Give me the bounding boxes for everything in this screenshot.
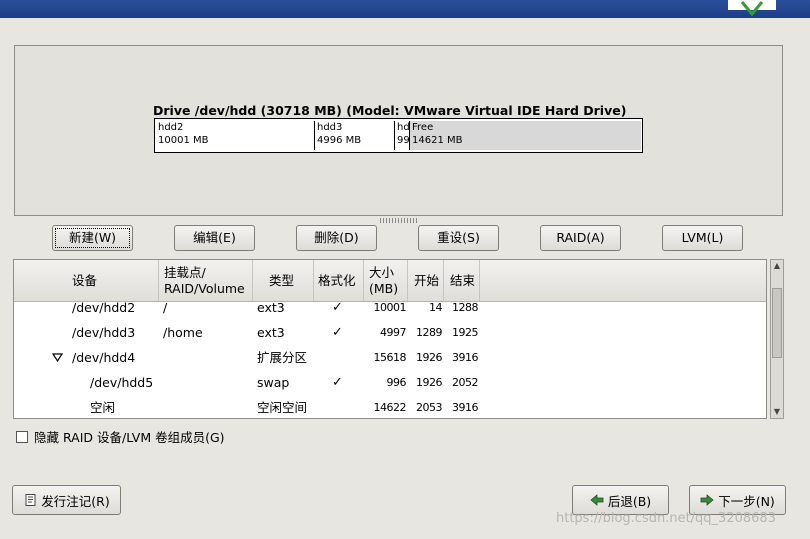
partition-segment-hdd3[interactable]: hdd3 4996 MB: [315, 121, 395, 150]
logo-icon: [728, 0, 776, 17]
back-arrow-icon: [590, 494, 604, 506]
notes-icon: [25, 494, 36, 506]
reset-button[interactable]: 重设(S): [418, 225, 499, 251]
next-arrow-icon: [700, 494, 714, 506]
table-row[interactable]: /dev/hdd5 swap ✓ 996 1926 2052: [14, 370, 766, 395]
release-notes-button[interactable]: 发行注记(R): [12, 485, 121, 515]
partition-segment-hdd4[interactable]: hd 99: [395, 121, 410, 150]
raid-button[interactable]: RAID(A): [540, 225, 621, 251]
table-row[interactable]: 空闲 空闲空间 14622 2053 3916: [14, 395, 766, 418]
drive-title: Drive /dev/hdd (30718 MB) (Model: VMware…: [153, 103, 627, 118]
table-row[interactable]: /dev/hdd4 扩展分区 15618 1926 3916: [14, 345, 766, 370]
hide-raid-option[interactable]: 隐藏 RAID 设备/LVM 卷组成员(G): [16, 427, 225, 446]
hide-raid-checkbox[interactable]: [16, 430, 28, 443]
scroll-down-icon[interactable]: ▼: [771, 406, 783, 418]
scroll-thumb[interactable]: [772, 288, 782, 358]
format-check-icon: ✓: [332, 325, 343, 340]
table-row[interactable]: /dev/hdd3 /home ext3 ✓ 4997 1289 1925: [14, 320, 766, 345]
top-banner: [0, 0, 810, 18]
table-scrollbar[interactable]: ▲ ▼: [770, 259, 784, 419]
delete-button[interactable]: 删除(D): [296, 225, 377, 251]
hide-raid-label: 隐藏 RAID 设备/LVM 卷组成员(G): [34, 430, 225, 445]
table-row[interactable]: /dev/hdd2 / ext3 ✓ 10001 14 1288: [14, 295, 766, 320]
new-button[interactable]: 新建(W): [52, 225, 133, 251]
drive-partition-bar: hdd2 10001 MB hdd3 4996 MB hd 99 Free 14…: [154, 118, 643, 153]
partition-segment-free[interactable]: Free 14621 MB: [410, 121, 641, 150]
partition-table: 设备 挂载点/ RAID/Volume 类型 格式化 大小 (MB) 开始 结束: [13, 259, 767, 419]
partition-segment-hdd2[interactable]: hdd2 10001 MB: [156, 121, 315, 150]
expander-arrow-icon[interactable]: [52, 353, 63, 362]
format-check-icon: ✓: [332, 375, 343, 390]
format-check-icon: ✓: [332, 300, 343, 315]
scroll-up-icon[interactable]: ▲: [771, 260, 783, 272]
watermark: https://blog.csdn.net/qq_3208683: [556, 511, 776, 526]
lvm-button[interactable]: LVM(L): [662, 225, 743, 251]
pane-resize-handle[interactable]: [380, 218, 418, 223]
edit-button[interactable]: 编辑(E): [174, 225, 255, 251]
